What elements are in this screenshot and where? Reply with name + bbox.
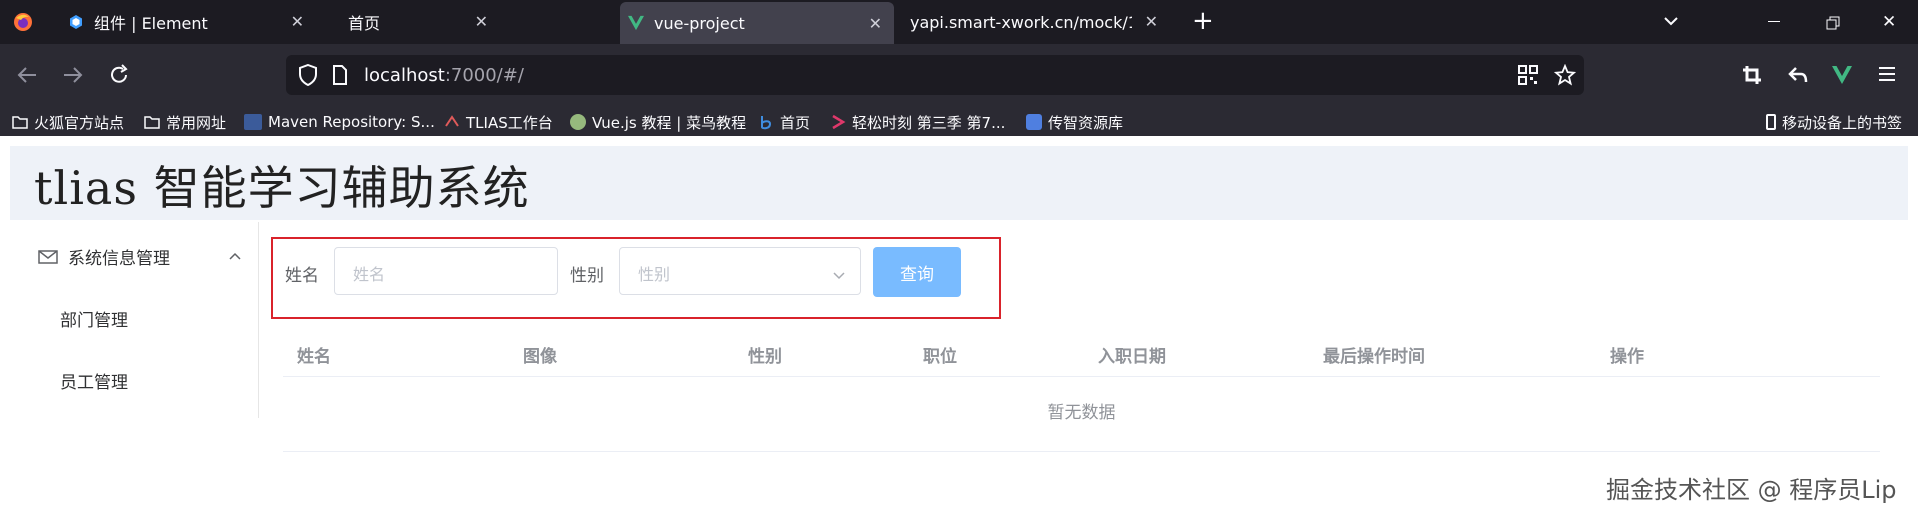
- bookmark-label: 首页: [780, 113, 811, 132]
- query-button[interactable]: 查询: [873, 247, 961, 297]
- bookmark-tlias[interactable]: TLIAS工作台: [444, 112, 553, 132]
- bookmark-common-sites[interactable]: 常用网址: [144, 112, 226, 132]
- reload-icon[interactable]: [108, 64, 130, 90]
- tab-label: vue-project: [654, 13, 745, 33]
- column-header: 入职日期: [1098, 347, 1166, 367]
- minimize-window-icon[interactable]: [1768, 21, 1780, 22]
- tab-list-chevron-icon[interactable]: [1662, 12, 1680, 34]
- shield-icon[interactable]: [298, 63, 318, 90]
- tab-label: 首页: [348, 14, 381, 33]
- name-input[interactable]: 姓名: [334, 247, 558, 295]
- bookmark-firefox-sites[interactable]: 火狐官方站点: [12, 112, 124, 132]
- back-arrow-icon[interactable]: [16, 65, 38, 89]
- url-path: :7000/#/: [444, 65, 524, 86]
- navigation-bar: localhost:7000/#/: [0, 44, 1918, 108]
- column-header: 最后操作时间: [1323, 347, 1425, 367]
- bookmark-star-icon[interactable]: [1553, 63, 1577, 90]
- bookmark-label: 传智资源库: [1048, 113, 1124, 132]
- name-label: 姓名: [285, 266, 319, 286]
- qr-code-icon[interactable]: [1518, 65, 1538, 89]
- bookmark-resource-library[interactable]: 传智资源库: [1026, 112, 1123, 132]
- chevron-up-icon: [228, 246, 242, 266]
- database-icon: [1026, 114, 1042, 130]
- tab-vue-project[interactable]: vue-project ✕: [620, 2, 894, 44]
- bookmark-label: TLIAS工作台: [466, 113, 553, 132]
- bookmark-maven[interactable]: Maven Repository: S...: [244, 112, 435, 132]
- sidebar-item-department[interactable]: 部门管理: [60, 306, 128, 331]
- bookmark-label: Vue.js 教程 | 菜鸟教程: [592, 113, 747, 132]
- page-icon: [332, 65, 348, 89]
- gender-select[interactable]: 性别: [619, 247, 861, 295]
- name-placeholder: 姓名: [353, 265, 386, 284]
- close-tab-icon[interactable]: ✕: [1145, 12, 1158, 31]
- element-logo-icon: [68, 14, 84, 30]
- gender-label: 性别: [570, 266, 604, 286]
- bookmarks-toolbar: 火狐官方站点 常用网址 Maven Repository: S... TLIAS…: [0, 108, 1918, 136]
- video-logo-icon: [830, 114, 846, 130]
- restore-window-icon[interactable]: [1826, 15, 1840, 34]
- screenshot-crop-icon[interactable]: [1742, 65, 1762, 89]
- bookmark-label: 移动设备上的书签: [1782, 113, 1903, 132]
- gender-placeholder: 性别: [638, 265, 671, 284]
- bookmark-home[interactable]: 首页: [758, 112, 810, 132]
- table-header: 姓名 图像 性别 职位 入职日期 最后操作时间 操作: [283, 328, 1880, 377]
- vue-logo-icon: [628, 15, 644, 31]
- forward-arrow-icon[interactable]: [62, 65, 84, 89]
- mobile-device-icon: [1766, 114, 1776, 130]
- column-header: 性别: [748, 347, 782, 367]
- sidebar-menu: 系统信息管理 部门管理 员工管理: [10, 222, 259, 418]
- folder-icon: [12, 114, 28, 130]
- tlias-logo-icon: [444, 114, 460, 130]
- tab-label: 组件 | Element: [94, 14, 208, 33]
- firefox-menu-icon[interactable]: [12, 11, 34, 33]
- sidebar-item-employee[interactable]: 员工管理: [60, 368, 128, 393]
- folder-icon: [144, 114, 160, 130]
- tab-yapi[interactable]: yapi.smart-xwork.cn/mock/1693 ✕: [898, 0, 1166, 44]
- undo-arrow-icon[interactable]: [1788, 65, 1808, 89]
- bookmark-label: 轻松时刻 第三季 第7...: [852, 113, 1006, 132]
- envelope-icon: [38, 249, 58, 265]
- bookmark-vuejs-tutorial[interactable]: Vue.js 教程 | 菜鸟教程: [570, 112, 746, 132]
- menu-group-label: 系统信息管理: [68, 249, 170, 269]
- vue-devtools-icon[interactable]: [1832, 66, 1852, 88]
- tab-element[interactable]: 组件 | Element ✕: [56, 0, 316, 44]
- close-window-icon[interactable]: ✕: [1882, 12, 1896, 32]
- runoob-logo-icon: [570, 114, 586, 130]
- close-tab-icon[interactable]: ✕: [475, 12, 488, 31]
- column-header: 操作: [1610, 347, 1644, 367]
- url-text[interactable]: localhost:7000/#/: [364, 65, 524, 86]
- tab-bar: 组件 | Element ✕ 首页 ✕ vue-project ✕ yapi.s…: [0, 0, 1918, 44]
- url-host: localhost: [364, 65, 445, 86]
- close-tab-icon[interactable]: ✕: [869, 14, 882, 33]
- menu-group-system-info[interactable]: 系统信息管理: [38, 244, 242, 269]
- mobile-bookmarks[interactable]: 移动设备上的书签: [1766, 112, 1902, 132]
- hamburger-menu-icon[interactable]: [1878, 66, 1896, 86]
- close-tab-icon[interactable]: ✕: [291, 12, 304, 31]
- tab-label: yapi.smart-xwork.cn/mock/1693: [910, 12, 1132, 32]
- tab-home[interactable]: 首页 ✕: [330, 0, 500, 44]
- app-header: tlias 智能学习辅助系统: [10, 146, 1908, 220]
- watermark: 掘金技术社区 @ 程序员Lip: [1606, 476, 1897, 504]
- bookmark-label: 火狐官方站点: [34, 113, 125, 132]
- bookmark-video[interactable]: 轻松时刻 第三季 第7...: [830, 112, 1005, 132]
- bookmark-label: 常用网址: [166, 113, 227, 132]
- bookmark-label: Maven Repository: S...: [268, 113, 435, 131]
- maven-logo-icon: [244, 114, 262, 130]
- new-tab-button[interactable]: +: [1192, 6, 1214, 36]
- page-viewport: tlias 智能学习辅助系统 系统信息管理 部门管理 员工管理 姓名 姓名 性别…: [0, 136, 1918, 518]
- column-header: 职位: [923, 347, 957, 367]
- app-title: tlias 智能学习辅助系统: [34, 161, 530, 215]
- chevron-down-icon: [832, 266, 846, 285]
- table-empty-text: 暂无数据: [283, 377, 1880, 452]
- url-bar[interactable]: localhost:7000/#/: [286, 55, 1584, 95]
- column-header: 图像: [523, 347, 557, 367]
- column-header: 姓名: [297, 347, 331, 367]
- bilibili-logo-icon: [758, 114, 774, 130]
